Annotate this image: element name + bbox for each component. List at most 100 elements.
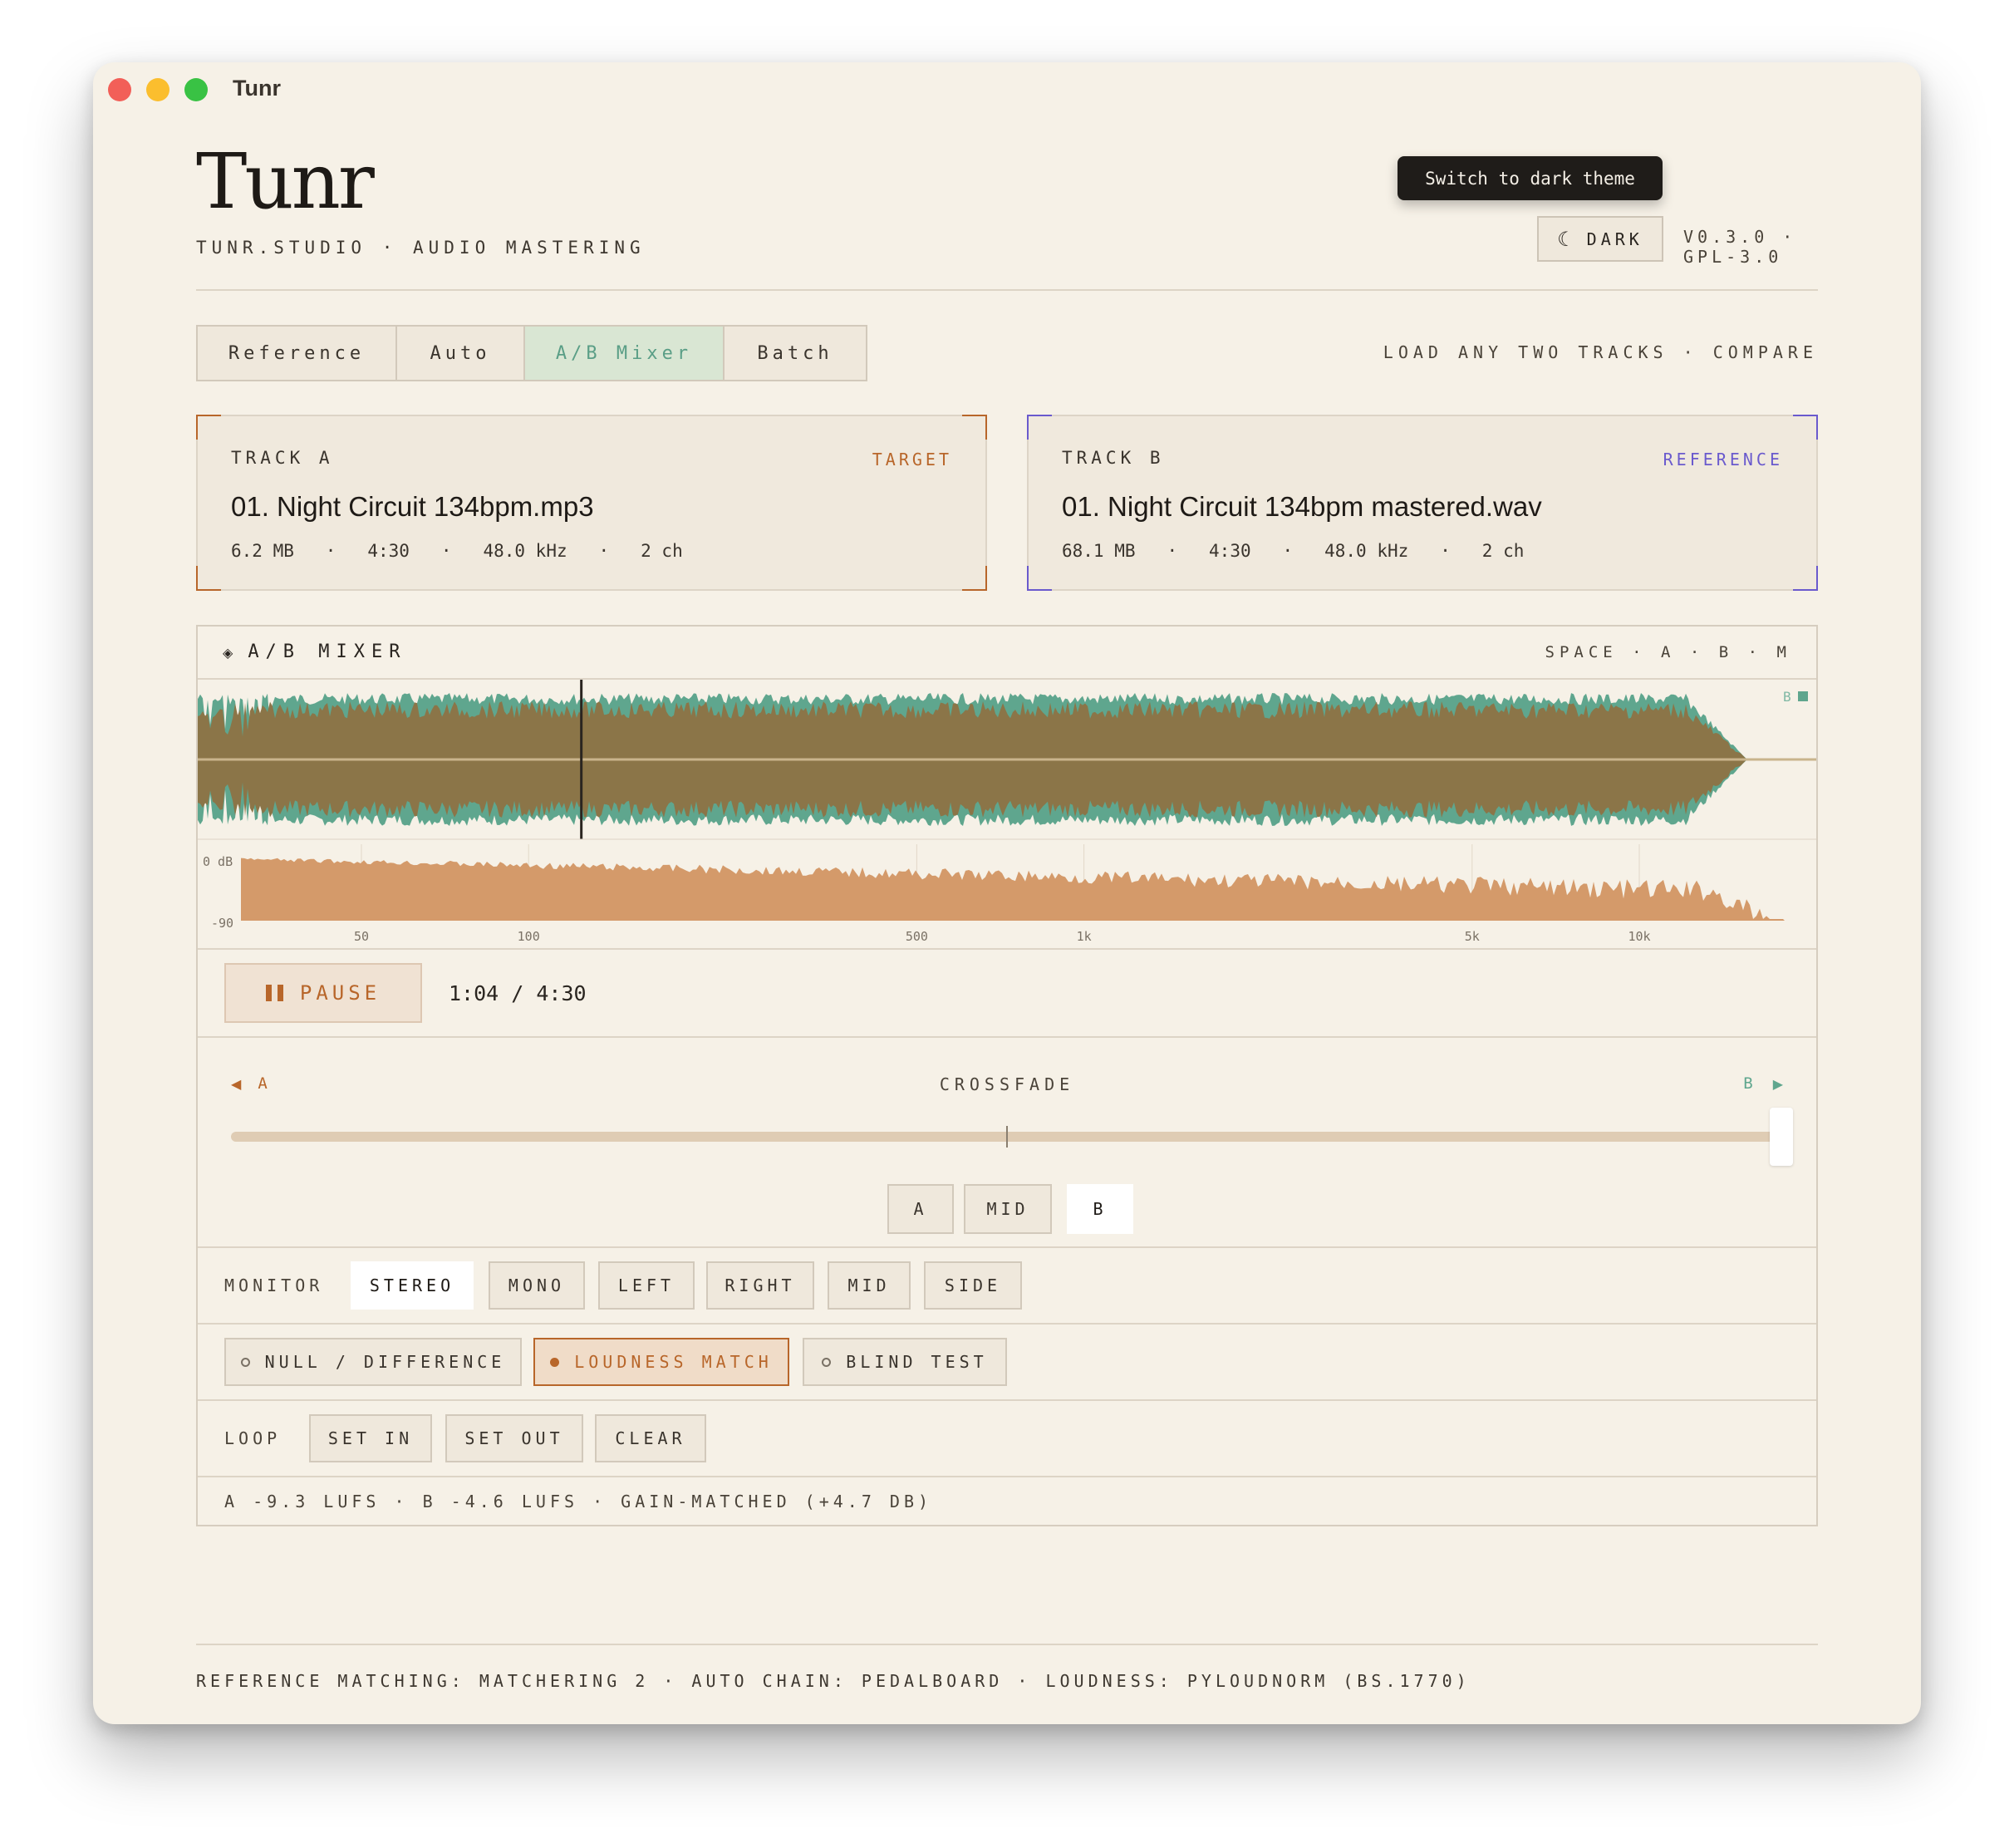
blind-test-label: BLIND TEST [846, 1352, 988, 1372]
waveform-b-indicator [1798, 691, 1808, 701]
header-divider [196, 289, 1818, 291]
monitor-side-button[interactable]: SIDE [924, 1261, 1022, 1310]
corner-mark [962, 415, 987, 440]
corner-mark [196, 566, 221, 591]
pause-button[interactable]: PAUSE [224, 963, 422, 1023]
radio-off-icon [240, 1357, 250, 1367]
corner-mark [1027, 566, 1052, 591]
main-content: Tunr TUNR.STUDIO · AUDIO MASTERING Switc… [196, 62, 1818, 1724]
crossfade-row: ◀ A CROSSFADE B ▶ A MID B [198, 1036, 1816, 1246]
mode-row: NULL / DIFFERENCE LOUDNESS MATCH BLIND T… [198, 1323, 1816, 1399]
version-label: V0.3.0 · GPL-3.0 [1683, 227, 1797, 267]
dark-theme-button[interactable]: ☾ DARK [1537, 216, 1663, 262]
blind-test-toggle[interactable]: BLIND TEST [803, 1338, 1007, 1386]
set-out-button[interactable]: SET OUT [445, 1414, 583, 1462]
track-a-rate: 48.0 kHz [483, 541, 567, 561]
track-a-filename: 01. Night Circuit 134bpm.mp3 [231, 491, 594, 522]
tab-hint: LOAD ANY TWO TRACKS · COMPARE [1383, 342, 1818, 362]
null-difference-label: NULL / DIFFERENCE [264, 1352, 506, 1372]
track-b-rate: 48.0 kHz [1324, 541, 1409, 561]
loudness-match-toggle[interactable]: LOUDNESS MATCH [533, 1338, 789, 1386]
frequency-label: 50 [354, 929, 369, 944]
mode-tabs: Reference Auto A/B Mixer Batch [196, 325, 867, 381]
waveform-spectrum-view[interactable]: B 0 dB -90 50 100 500 1k 5k 10k [198, 680, 1816, 948]
monitor-left-button[interactable]: LEFT [598, 1261, 695, 1310]
crossfade-a-button[interactable]: A [887, 1184, 954, 1234]
track-a-channels: 2 ch [641, 541, 683, 561]
monitor-mid-button[interactable]: MID [828, 1261, 911, 1310]
track-b-card[interactable]: TRACK B REFERENCE 01. Night Circuit 134b… [1027, 415, 1818, 591]
set-in-button[interactable]: SET IN [309, 1414, 432, 1462]
crossfade-title: CROSSFADE [939, 1074, 1075, 1094]
mixer-header: ◈ A/B MIXER SPACE · A · B · M [198, 627, 1816, 680]
monitor-stereo-button[interactable]: STEREO [351, 1261, 474, 1310]
track-b-duration: 4:30 [1209, 541, 1251, 561]
arrow-right-icon: ▶ [1772, 1076, 1783, 1092]
tab-auto[interactable]: Auto [397, 327, 525, 380]
corner-mark [196, 415, 221, 440]
loudness-match-label: LOUDNESS MATCH [574, 1352, 773, 1372]
spectrum-bottom-label: -90 [211, 916, 233, 931]
mixer-title-text: A/B MIXER [248, 641, 407, 662]
monitor-row: MONITOR STEREO MONO LEFT RIGHT MID SIDE [198, 1246, 1816, 1323]
frequency-label: 1k [1077, 929, 1092, 944]
crossfade-slider[interactable] [231, 1108, 1793, 1166]
crossfade-right: B ▶ [1743, 1074, 1783, 1093]
tab-ab-mixer[interactable]: A/B Mixer [525, 327, 725, 380]
playback-time: 1:04 / 4:30 [449, 981, 587, 1005]
track-b-meta: 68.1 MB · 4:30 · 48.0 kHz · 2 ch [1062, 541, 1525, 561]
tab-batch[interactable]: Batch [725, 327, 866, 380]
dark-theme-label: DARK [1586, 229, 1643, 249]
track-a-meta: 6.2 MB · 4:30 · 48.0 kHz · 2 ch [231, 541, 683, 561]
track-b-label: TRACK B [1062, 448, 1165, 468]
corner-mark [1027, 415, 1052, 440]
app-subtitle: TUNR.STUDIO · AUDIO MASTERING [196, 238, 646, 258]
ab-mixer-panel: ◈ A/B MIXER SPACE · A · B · M B 0 dB -90 … [196, 625, 1818, 1526]
transport-row: PAUSE 1:04 / 4:30 [198, 948, 1816, 1036]
track-a-role: TARGET [872, 450, 952, 469]
diamond-icon: ◈ [223, 645, 233, 661]
mixer-title: ◈ A/B MIXER [223, 641, 407, 662]
null-difference-toggle[interactable]: NULL / DIFFERENCE [224, 1338, 522, 1386]
app-window: Tunr Tunr TUNR.STUDIO · AUDIO MASTERING … [93, 62, 1921, 1724]
loudness-status: A -9.3 LUFS · B -4.6 LUFS · GAIN-MATCHED… [224, 1492, 933, 1511]
minimize-window-button[interactable] [146, 78, 169, 101]
app-brand: Tunr [196, 137, 375, 226]
frequency-label: 5k [1465, 929, 1480, 944]
frequency-label: 500 [906, 929, 928, 944]
track-a-duration: 4:30 [367, 541, 410, 561]
pause-label: PAUSE [299, 981, 381, 1005]
theme-tooltip: Switch to dark theme [1398, 156, 1663, 200]
waveform-b-marker: B [1783, 689, 1791, 705]
crossfade-b-button[interactable]: B [1067, 1184, 1133, 1234]
frequency-label: 10k [1628, 929, 1650, 944]
track-a-size: 6.2 MB [231, 541, 294, 561]
track-a-card[interactable]: TRACK A TARGET 01. Night Circuit 134bpm.… [196, 415, 987, 591]
monitor-mono-button[interactable]: MONO [489, 1261, 585, 1310]
tab-reference[interactable]: Reference [198, 327, 397, 380]
track-b-role: REFERENCE [1663, 450, 1783, 469]
track-b-channels: 2 ch [1481, 541, 1525, 561]
corner-mark [962, 566, 987, 591]
crossfade-mid-button[interactable]: MID [964, 1184, 1052, 1234]
frequency-label: 100 [518, 929, 540, 944]
crossfade-right-label: B [1743, 1074, 1756, 1093]
loop-row: LOOP SET IN SET OUT CLEAR [198, 1399, 1816, 1476]
pause-icon [265, 985, 283, 1001]
crossfade-center-tick [1006, 1126, 1008, 1148]
radio-off-icon [822, 1357, 832, 1367]
close-window-button[interactable] [108, 78, 131, 101]
monitor-right-button[interactable]: RIGHT [706, 1261, 814, 1310]
track-b-filename: 01. Night Circuit 134bpm mastered.wav [1062, 491, 1542, 522]
footer-credits: REFERENCE MATCHING: MATCHERING 2 · AUTO … [196, 1671, 1471, 1691]
monitor-label: MONITOR [224, 1275, 324, 1295]
loop-label: LOOP [224, 1428, 282, 1448]
crossfade-slider-thumb[interactable] [1770, 1108, 1793, 1166]
moon-icon: ☾ [1557, 227, 1575, 251]
corner-mark [1793, 415, 1818, 440]
footer-divider [196, 1644, 1818, 1645]
clear-loop-button[interactable]: CLEAR [595, 1414, 706, 1462]
spectrum-top-label: 0 dB [203, 854, 233, 869]
radio-on-icon [550, 1357, 560, 1367]
track-a-label: TRACK A [231, 448, 334, 468]
